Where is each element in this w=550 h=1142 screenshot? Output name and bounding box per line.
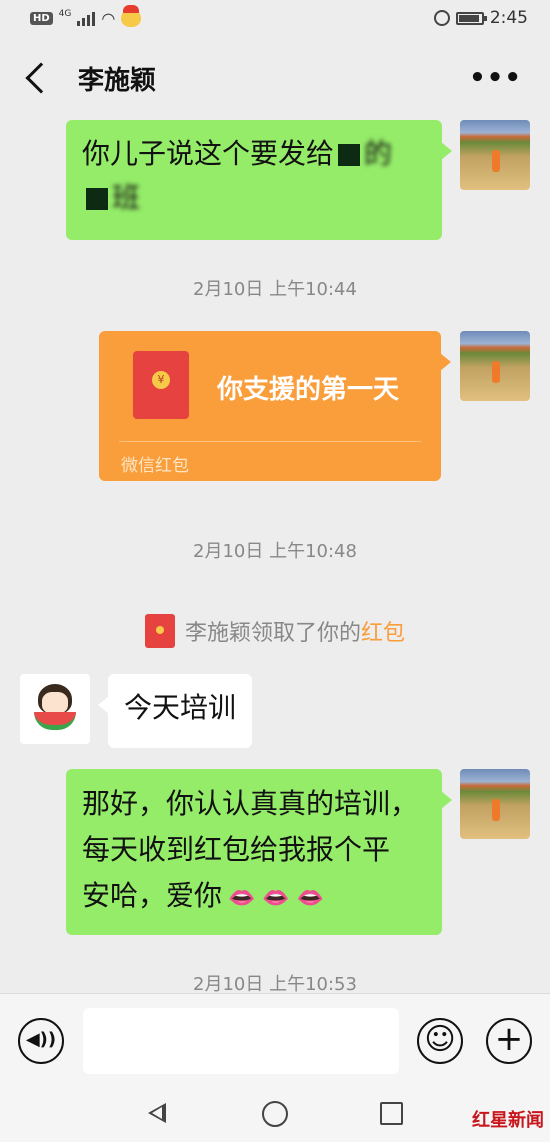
contact-avatar[interactable] [20,674,90,744]
battery-icon [455,11,487,25]
message-text: 今天培训 [124,691,237,724]
nav-recents-icon[interactable] [380,1102,403,1125]
outgoing-message-3[interactable]: 那好，你认认真真的培训， 每天收到红包给我报个平 安哈，爱你 👄 👄 👄 [66,769,452,935]
plus-icon[interactable]: + [486,1018,532,1064]
red-packet-title: 你支援的第一天 [217,375,400,405]
incoming-message[interactable]: 今天培训 [97,674,253,748]
message-line: 那好，你认认真真的培训， [82,787,419,820]
message-text-blurred: 班 [112,181,141,214]
network-type: 4G [58,8,72,19]
alarm-icon [433,10,450,26]
watermark-logo: 红星新闻 [472,1110,544,1131]
yuan-seal-icon: ¥ [152,371,170,389]
red-packet-message[interactable]: ¥ 你支援的第一天 微信红包 [99,331,451,481]
censor-block [338,144,361,166]
timestamp: 2月10日 上午10:48 [193,541,357,562]
emoji-icon[interactable]: ☺ [417,1018,463,1064]
divider [119,441,421,442]
message-line: 安哈，爱你 [82,879,223,912]
status-left: HD 4G ◠ [30,5,142,28]
nav-back-icon[interactable] [148,1103,166,1123]
chat-header: 李施颖 ••• [0,36,550,120]
system-notice: 李施颖领取了你的红包 [0,614,550,648]
outgoing-message-1[interactable]: 你儿子说这个要发给的 班 [66,120,452,240]
more-options-icon[interactable]: ••• [469,63,522,93]
system-nav-bar [0,1083,550,1142]
timestamp: 2月10日 上午10:44 [193,279,357,300]
my-avatar[interactable] [460,120,530,190]
signal-icon [77,10,96,26]
notification-app-icon [121,5,142,27]
red-packet-link[interactable]: 红包 [361,621,405,646]
status-bar: HD 4G ◠ 2:45 [0,0,550,36]
system-notice-text: 李施颖领取了你的 [184,621,361,646]
watermelon-icon [34,712,76,730]
message-text-blurred: 的 [364,137,393,170]
avatar-face [42,692,68,714]
red-envelope-icon: ¥ [133,351,189,419]
input-bar: ◀)) ☺ + [0,993,550,1083]
contact-name: 李施颖 [78,65,157,96]
red-packet-label: 微信红包 [121,456,189,476]
hd-badge: HD [30,11,53,25]
message-input[interactable] [83,1008,399,1074]
voice-icon[interactable]: ◀)) [18,1018,64,1064]
my-avatar[interactable] [460,331,530,401]
lips-emoji-icon: 👄 👄 👄 [228,886,325,911]
back-arrow-icon[interactable] [25,62,57,94]
censor-block [86,188,108,210]
status-right: 2:45 [433,8,528,28]
message-line: 每天收到红包给我报个平 [82,833,391,866]
nav-home-icon[interactable] [262,1101,288,1127]
wifi-icon: ◠ [101,8,116,28]
clock: 2:45 [489,8,528,28]
message-text: 你儿子说这个要发给 [82,137,335,170]
red-packet-icon [144,614,175,648]
my-avatar[interactable] [460,769,530,839]
